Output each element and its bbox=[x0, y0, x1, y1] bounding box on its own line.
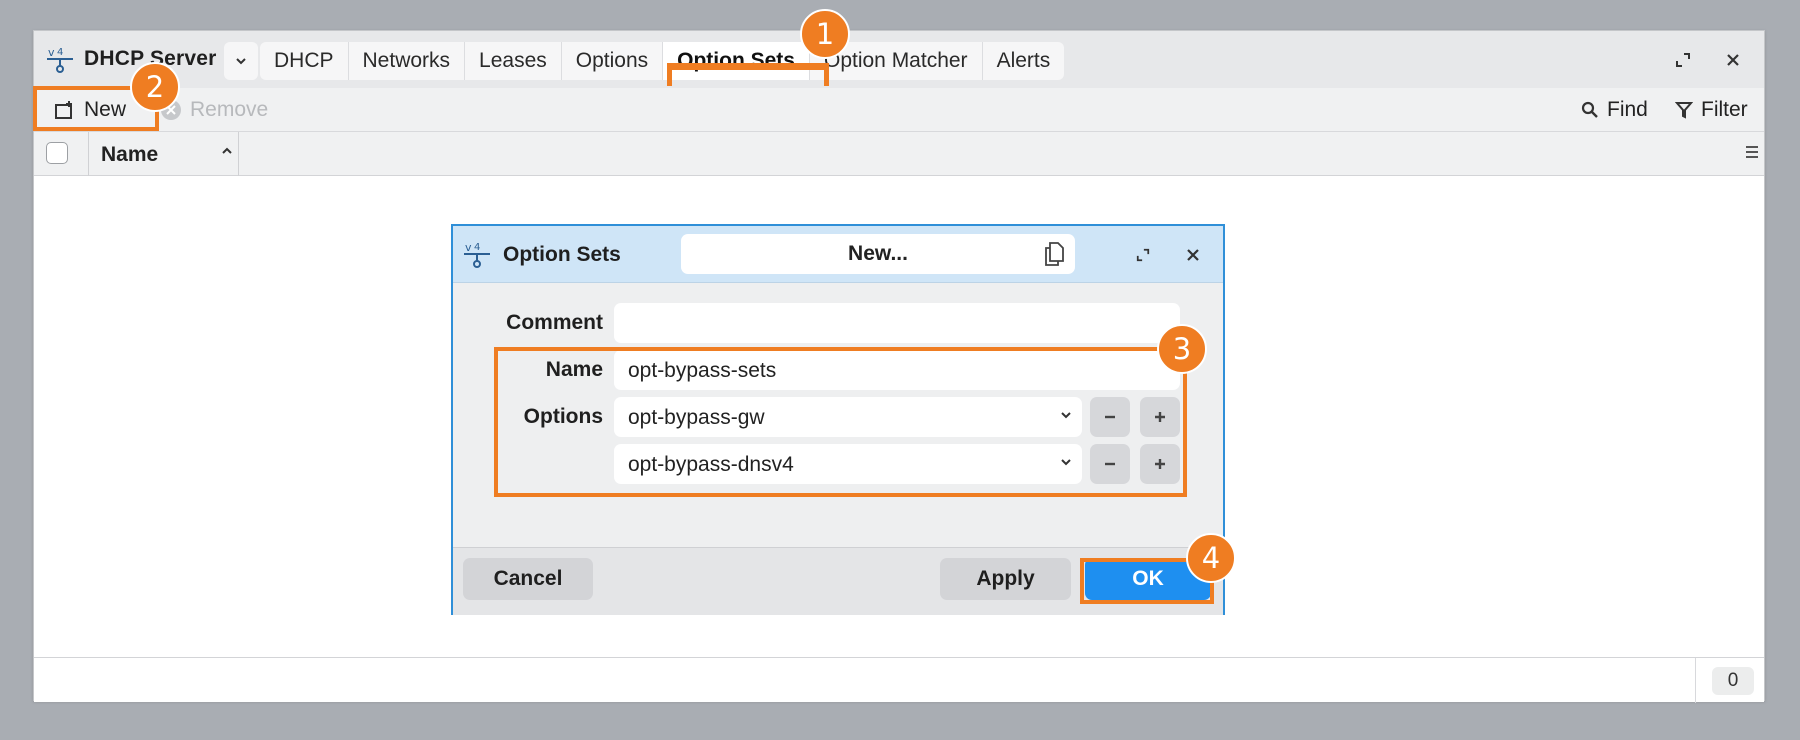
comment-label: Comment bbox=[506, 311, 603, 334]
close-icon bbox=[1187, 249, 1199, 261]
highlight-form-fields bbox=[494, 347, 1187, 497]
cancel-button[interactable]: Cancel bbox=[463, 558, 593, 600]
expand-icon bbox=[1136, 248, 1150, 262]
expand-icon bbox=[1676, 53, 1690, 67]
sort-ascending-icon[interactable] bbox=[220, 144, 234, 158]
step-badge-4: 4 bbox=[1186, 533, 1236, 583]
dialog-record-name: New... bbox=[681, 234, 1075, 274]
filter-button[interactable]: Filter bbox=[1675, 94, 1748, 126]
highlight-option-sets-tab bbox=[667, 63, 829, 86]
filter-icon bbox=[1675, 102, 1693, 119]
column-header-name[interactable]: Name bbox=[101, 143, 158, 167]
close-button[interactable] bbox=[1718, 45, 1748, 75]
dialog-record-name-text: New... bbox=[848, 242, 908, 265]
title-bar: v 4 DHCP Server DHCP Networks Leases Opt… bbox=[34, 31, 1764, 88]
tab-networks[interactable]: Networks bbox=[349, 42, 466, 80]
router-icon: v 4 bbox=[464, 241, 490, 268]
remove-button-label: Remove bbox=[190, 98, 269, 121]
status-bar: 0 bbox=[34, 657, 1764, 703]
apply-button[interactable]: Apply bbox=[940, 558, 1071, 600]
status-divider bbox=[1695, 658, 1696, 703]
app-menu-dropdown[interactable] bbox=[224, 42, 258, 80]
dialog-close-button[interactable] bbox=[1179, 241, 1207, 269]
step-badge-1: 1 bbox=[800, 9, 850, 59]
dialog-header: v 4 Option Sets New... bbox=[453, 226, 1223, 283]
svg-text:4: 4 bbox=[474, 242, 480, 253]
search-icon bbox=[1581, 101, 1598, 118]
tab-bar: DHCP Networks Leases Options Option Sets… bbox=[260, 42, 1065, 80]
step-badge-2: 2 bbox=[130, 62, 180, 112]
close-icon bbox=[1727, 54, 1739, 66]
tab-options[interactable]: Options bbox=[562, 42, 664, 80]
tab-leases[interactable]: Leases bbox=[465, 42, 562, 80]
filter-button-label: Filter bbox=[1701, 98, 1748, 121]
router-icon: v 4 bbox=[47, 46, 73, 73]
copy-icon[interactable] bbox=[1043, 241, 1065, 267]
comment-field[interactable] bbox=[614, 303, 1180, 343]
maximize-button[interactable] bbox=[1668, 45, 1698, 75]
tab-dhcp[interactable]: DHCP bbox=[260, 42, 349, 80]
find-button[interactable]: Find bbox=[1581, 94, 1648, 126]
table-header: Name bbox=[34, 132, 1764, 176]
tab-alerts[interactable]: Alerts bbox=[983, 42, 1065, 80]
item-count-badge: 0 bbox=[1712, 667, 1754, 695]
svg-text:v: v bbox=[48, 46, 55, 59]
column-divider bbox=[88, 132, 89, 176]
find-button-label: Find bbox=[1607, 98, 1648, 121]
dialog-title: Option Sets bbox=[503, 243, 621, 266]
column-divider bbox=[238, 132, 239, 176]
select-all-checkbox[interactable] bbox=[46, 142, 68, 164]
chevron-down-icon bbox=[236, 58, 246, 65]
column-menu-icon[interactable] bbox=[1744, 143, 1760, 161]
step-badge-3: 3 bbox=[1157, 324, 1207, 374]
toolbar: New Remove Find Filter bbox=[34, 88, 1764, 132]
svg-text:v: v bbox=[465, 241, 472, 254]
dialog-maximize-button[interactable] bbox=[1129, 241, 1157, 269]
svg-text:4: 4 bbox=[57, 47, 63, 58]
